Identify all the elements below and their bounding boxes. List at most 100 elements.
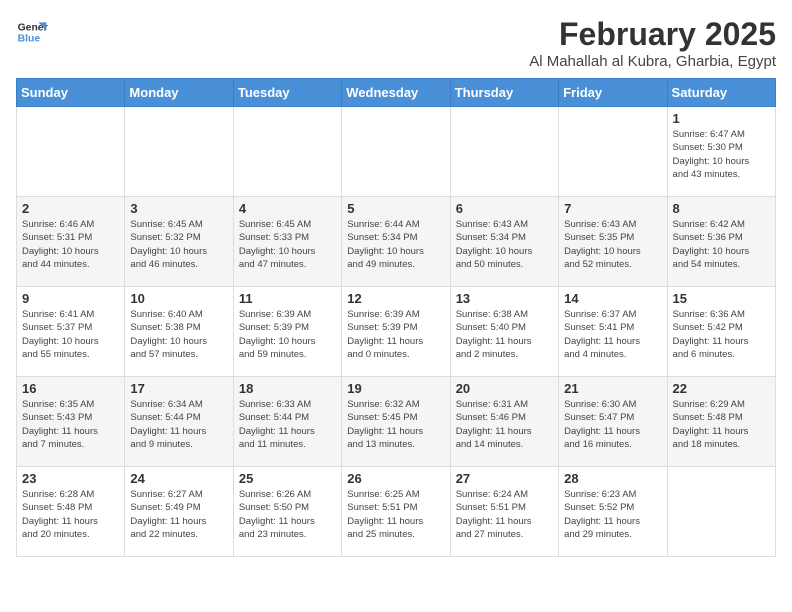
day-cell: 24 Sunrise: 6:27 AM Sunset: 5:49 PM Dayli… [125,467,233,557]
day-cell: 21 Sunrise: 6:30 AM Sunset: 5:47 PM Dayli… [559,377,667,467]
day-number: 13 [456,291,553,306]
day-number: 2 [22,201,119,216]
day-info: Sunrise: 6:38 AM Sunset: 5:40 PM Dayligh… [456,308,553,361]
day-number: 1 [673,111,770,126]
day-number: 14 [564,291,661,306]
week-row-2: 2 Sunrise: 6:46 AM Sunset: 5:31 PM Daylig… [17,197,776,287]
day-info: Sunrise: 6:39 AM Sunset: 5:39 PM Dayligh… [347,308,444,361]
day-cell: 23 Sunrise: 6:28 AM Sunset: 5:48 PM Dayli… [17,467,125,557]
weekday-header-tuesday: Tuesday [233,79,341,107]
day-cell: 1 Sunrise: 6:47 AM Sunset: 5:30 PM Daylig… [667,107,775,197]
day-cell: 27 Sunrise: 6:24 AM Sunset: 5:51 PM Dayli… [450,467,558,557]
day-cell: 3 Sunrise: 6:45 AM Sunset: 5:32 PM Daylig… [125,197,233,287]
day-cell [233,107,341,197]
weekday-header-saturday: Saturday [667,79,775,107]
day-info: Sunrise: 6:24 AM Sunset: 5:51 PM Dayligh… [456,488,553,541]
day-cell: 2 Sunrise: 6:46 AM Sunset: 5:31 PM Daylig… [17,197,125,287]
weekday-header-monday: Monday [125,79,233,107]
day-cell: 4Sunrise: 6:45 AM Sunset: 5:33 PM Daylig… [233,197,341,287]
calendar-table: SundayMondayTuesdayWednesdayThursdayFrid… [16,78,776,557]
day-info: Sunrise: 6:34 AM Sunset: 5:44 PM Dayligh… [130,398,227,451]
day-info: Sunrise: 6:30 AM Sunset: 5:47 PM Dayligh… [564,398,661,451]
day-cell: 6 Sunrise: 6:43 AM Sunset: 5:34 PM Daylig… [450,197,558,287]
day-number: 26 [347,471,444,486]
week-row-1: 1 Sunrise: 6:47 AM Sunset: 5:30 PM Daylig… [17,107,776,197]
day-number: 11 [239,291,336,306]
day-cell: 15Sunrise: 6:36 AM Sunset: 5:42 PM Dayli… [667,287,775,377]
day-number: 22 [673,381,770,396]
day-cell: 19 Sunrise: 6:32 AM Sunset: 5:45 PM Dayli… [342,377,450,467]
weekday-header-thursday: Thursday [450,79,558,107]
day-info: Sunrise: 6:43 AM Sunset: 5:34 PM Dayligh… [456,218,553,271]
day-number: 5 [347,201,444,216]
day-number: 20 [456,381,553,396]
day-cell: 11 Sunrise: 6:39 AM Sunset: 5:39 PM Dayli… [233,287,341,377]
day-info: Sunrise: 6:40 AM Sunset: 5:38 PM Dayligh… [130,308,227,361]
weekday-header-wednesday: Wednesday [342,79,450,107]
day-number: 27 [456,471,553,486]
svg-text:Blue: Blue [18,34,41,45]
day-info: Sunrise: 6:45 AM Sunset: 5:32 PM Dayligh… [130,218,227,271]
day-info: Sunrise: 6:44 AM Sunset: 5:34 PM Dayligh… [347,218,444,271]
day-cell: 20 Sunrise: 6:31 AM Sunset: 5:46 PM Dayli… [450,377,558,467]
day-cell: 5 Sunrise: 6:44 AM Sunset: 5:34 PM Daylig… [342,197,450,287]
day-number: 18 [239,381,336,396]
day-info: Sunrise: 6:31 AM Sunset: 5:46 PM Dayligh… [456,398,553,451]
month-year: February 2025 [529,16,776,53]
day-cell: 12Sunrise: 6:39 AM Sunset: 5:39 PM Dayli… [342,287,450,377]
day-number: 17 [130,381,227,396]
day-number: 21 [564,381,661,396]
day-cell [450,107,558,197]
day-info: Sunrise: 6:39 AM Sunset: 5:39 PM Dayligh… [239,308,336,361]
day-cell: 26Sunrise: 6:25 AM Sunset: 5:51 PM Dayli… [342,467,450,557]
week-row-4: 16Sunrise: 6:35 AM Sunset: 5:43 PM Dayli… [17,377,776,467]
day-cell: 14 Sunrise: 6:37 AM Sunset: 5:41 PM Dayli… [559,287,667,377]
day-info: Sunrise: 6:43 AM Sunset: 5:35 PM Dayligh… [564,218,661,271]
day-info: Sunrise: 6:36 AM Sunset: 5:42 PM Dayligh… [673,308,770,361]
day-cell: 9 Sunrise: 6:41 AM Sunset: 5:37 PM Daylig… [17,287,125,377]
day-info: Sunrise: 6:46 AM Sunset: 5:31 PM Dayligh… [22,218,119,271]
day-cell: 13 Sunrise: 6:38 AM Sunset: 5:40 PM Dayli… [450,287,558,377]
day-cell: 10 Sunrise: 6:40 AM Sunset: 5:38 PM Dayli… [125,287,233,377]
day-info: Sunrise: 6:32 AM Sunset: 5:45 PM Dayligh… [347,398,444,451]
day-cell: 16Sunrise: 6:35 AM Sunset: 5:43 PM Dayli… [17,377,125,467]
title-area: February 2025 Al Mahallah al Kubra, Ghar… [529,16,776,70]
day-info: Sunrise: 6:26 AM Sunset: 5:50 PM Dayligh… [239,488,336,541]
day-info: Sunrise: 6:37 AM Sunset: 5:41 PM Dayligh… [564,308,661,361]
location: Al Mahallah al Kubra, Gharbia, Egypt [529,53,776,70]
day-number: 8 [673,201,770,216]
day-cell [559,107,667,197]
logo-icon: General Blue [16,16,48,48]
day-info: Sunrise: 6:42 AM Sunset: 5:36 PM Dayligh… [673,218,770,271]
day-cell: 28Sunrise: 6:23 AM Sunset: 5:52 PM Dayli… [559,467,667,557]
day-cell [342,107,450,197]
day-cell [17,107,125,197]
day-cell [125,107,233,197]
day-number: 19 [347,381,444,396]
day-info: Sunrise: 6:41 AM Sunset: 5:37 PM Dayligh… [22,308,119,361]
day-number: 10 [130,291,227,306]
day-info: Sunrise: 6:47 AM Sunset: 5:30 PM Dayligh… [673,128,770,181]
week-row-3: 9 Sunrise: 6:41 AM Sunset: 5:37 PM Daylig… [17,287,776,377]
day-info: Sunrise: 6:45 AM Sunset: 5:33 PM Dayligh… [239,218,336,271]
day-number: 24 [130,471,227,486]
day-cell: 18Sunrise: 6:33 AM Sunset: 5:44 PM Dayli… [233,377,341,467]
day-cell: 25 Sunrise: 6:26 AM Sunset: 5:50 PM Dayli… [233,467,341,557]
day-info: Sunrise: 6:29 AM Sunset: 5:48 PM Dayligh… [673,398,770,451]
day-cell [667,467,775,557]
day-info: Sunrise: 6:27 AM Sunset: 5:49 PM Dayligh… [130,488,227,541]
day-number: 23 [22,471,119,486]
day-number: 9 [22,291,119,306]
weekday-header-friday: Friday [559,79,667,107]
day-number: 7 [564,201,661,216]
page-header: General Blue February 2025 Al Mahallah a… [16,16,776,70]
day-number: 25 [239,471,336,486]
weekday-header-sunday: Sunday [17,79,125,107]
day-number: 3 [130,201,227,216]
day-number: 6 [456,201,553,216]
day-cell: 8 Sunrise: 6:42 AM Sunset: 5:36 PM Daylig… [667,197,775,287]
day-cell: 22 Sunrise: 6:29 AM Sunset: 5:48 PM Dayli… [667,377,775,467]
day-number: 28 [564,471,661,486]
day-info: Sunrise: 6:28 AM Sunset: 5:48 PM Dayligh… [22,488,119,541]
day-cell: 17 Sunrise: 6:34 AM Sunset: 5:44 PM Dayli… [125,377,233,467]
